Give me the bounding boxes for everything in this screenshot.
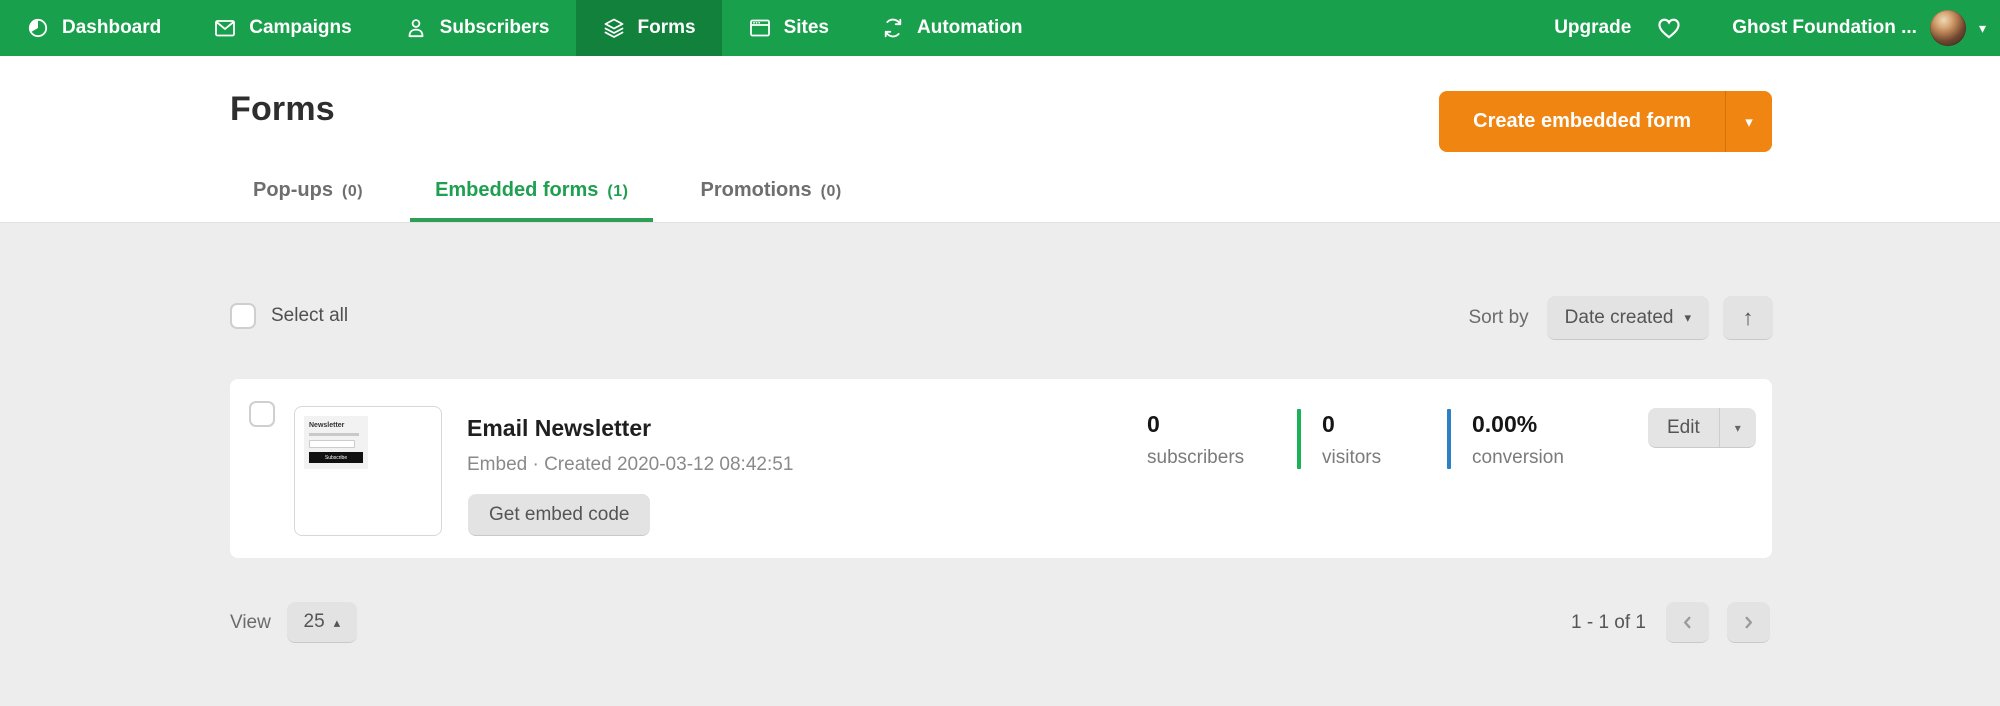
sort-field-dropdown[interactable]: Date created ▾ bbox=[1547, 296, 1709, 340]
avatar[interactable] bbox=[1930, 10, 1966, 46]
arrow-up-icon: ↑ bbox=[1743, 305, 1754, 331]
stat-value: 0 bbox=[1322, 413, 1482, 436]
sort-caret-down-icon: ▾ bbox=[1684, 311, 1691, 324]
previous-page-button[interactable] bbox=[1666, 602, 1709, 643]
browser-icon bbox=[748, 16, 772, 40]
nav-item-campaigns[interactable]: Campaigns bbox=[187, 0, 377, 56]
tab-count: (1) bbox=[607, 183, 628, 201]
tab-count: (0) bbox=[342, 183, 363, 201]
tab-label: Promotions bbox=[700, 179, 811, 202]
stat-label: subscribers bbox=[1147, 447, 1307, 469]
thumbnail-heading: Newsletter bbox=[309, 422, 363, 430]
select-all-checkbox[interactable] bbox=[230, 303, 256, 329]
favorites-button[interactable] bbox=[1656, 15, 1682, 41]
page-size-value: 25 bbox=[304, 611, 325, 633]
form-thumbnail[interactable]: Newsletter Subscribe bbox=[294, 406, 442, 536]
tab-popups[interactable]: Pop-ups (0) bbox=[228, 179, 388, 222]
sort-by-label: Sort by bbox=[1468, 307, 1528, 329]
select-all-label: Select all bbox=[271, 305, 348, 327]
form-meta: Embed · Created 2020-03-12 08:42:51 bbox=[467, 454, 793, 476]
pager: 1 - 1 of 1 bbox=[1571, 602, 1770, 643]
tab-bar: Pop-ups (0) Embedded forms (1) Promotion… bbox=[228, 179, 867, 222]
conversion-stat-bar bbox=[1447, 409, 1451, 469]
tab-count: (0) bbox=[821, 183, 842, 201]
edit-button[interactable]: Edit bbox=[1648, 408, 1719, 447]
chevron-left-icon bbox=[1680, 615, 1695, 630]
page-size-dropdown[interactable]: 25 ▴ bbox=[287, 602, 357, 643]
tab-embedded-forms[interactable]: Embedded forms (1) bbox=[410, 179, 653, 222]
view-label: View bbox=[230, 612, 271, 634]
page-size-control: View 25 ▴ bbox=[230, 602, 357, 643]
nav-label: Forms bbox=[638, 17, 696, 39]
layers-icon bbox=[602, 16, 626, 40]
page-header: Forms Pop-ups (0) Embedded forms (1) Pro… bbox=[0, 56, 2000, 222]
upgrade-link[interactable]: Upgrade bbox=[1554, 17, 1631, 39]
create-embedded-form-split-button: Create embedded form ▾ bbox=[1439, 91, 1772, 152]
nav-label: Campaigns bbox=[249, 17, 351, 39]
top-nav: Dashboard Campaigns Subscribers Forms bbox=[0, 0, 2000, 56]
sort-direction-button[interactable]: ↑ bbox=[1723, 296, 1773, 340]
page-title: Forms bbox=[230, 90, 335, 129]
create-options-caret-down-icon[interactable]: ▾ bbox=[1725, 91, 1772, 152]
nav-item-dashboard[interactable]: Dashboard bbox=[0, 0, 187, 56]
get-embed-code-button[interactable]: Get embed code bbox=[468, 494, 650, 536]
form-list-row: Newsletter Subscribe Email Newsletter Em… bbox=[230, 379, 1772, 558]
row-checkbox[interactable] bbox=[249, 401, 275, 427]
stat-value: 0.00% bbox=[1472, 413, 1632, 436]
nav-right-cluster: Upgrade Ghost Foundation ... ▾ bbox=[1554, 0, 2000, 56]
edit-split-button: Edit ▾ bbox=[1648, 408, 1756, 448]
account-caret-down-icon[interactable]: ▾ bbox=[1979, 21, 1986, 35]
account-name[interactable]: Ghost Foundation ... bbox=[1732, 17, 1917, 39]
nav-item-automation[interactable]: Automation bbox=[855, 0, 1049, 56]
form-thumbnail-preview: Newsletter Subscribe bbox=[304, 416, 368, 469]
nav-label: Automation bbox=[917, 17, 1023, 39]
edit-options-caret-down-icon[interactable]: ▾ bbox=[1719, 408, 1756, 447]
visitors-stat-bar bbox=[1297, 409, 1301, 469]
tab-promotions[interactable]: Promotions (0) bbox=[675, 179, 866, 222]
chevron-right-icon bbox=[1741, 615, 1756, 630]
stat-conversion: 0.00% conversion bbox=[1472, 413, 1632, 469]
tab-label: Embedded forms bbox=[435, 179, 598, 202]
heart-icon bbox=[1656, 15, 1682, 41]
nav-item-forms[interactable]: Forms bbox=[576, 0, 722, 56]
sort-field-value: Date created bbox=[1565, 307, 1674, 329]
nav-label: Sites bbox=[784, 17, 829, 39]
stat-visitors: 0 visitors bbox=[1322, 413, 1482, 469]
nav-label: Dashboard bbox=[62, 17, 161, 39]
form-title: Email Newsletter bbox=[467, 415, 651, 442]
page-size-caret-up-icon: ▴ bbox=[334, 616, 341, 629]
stat-label: visitors bbox=[1322, 447, 1482, 469]
content-area: Select all Sort by Date created ▾ ↑ News… bbox=[0, 222, 2000, 706]
forms-page: Dashboard Campaigns Subscribers Forms bbox=[0, 0, 2000, 706]
main-nav-items: Dashboard Campaigns Subscribers Forms bbox=[0, 0, 1049, 56]
stat-label: conversion bbox=[1472, 447, 1632, 469]
stat-subscribers: 0 subscribers bbox=[1147, 413, 1307, 469]
sort-controls: Sort by Date created ▾ ↑ bbox=[1468, 296, 1773, 340]
pagination-range-label: 1 - 1 of 1 bbox=[1571, 612, 1646, 634]
thumbnail-subscribe-button: Subscribe bbox=[309, 452, 363, 463]
dashboard-icon bbox=[26, 16, 50, 40]
stat-value: 0 bbox=[1147, 413, 1307, 436]
thumbnail-text-line bbox=[309, 433, 359, 436]
nav-label: Subscribers bbox=[440, 17, 550, 39]
sync-icon bbox=[881, 16, 905, 40]
envelope-icon bbox=[213, 16, 237, 40]
nav-item-subscribers[interactable]: Subscribers bbox=[378, 0, 576, 56]
next-page-button[interactable] bbox=[1727, 602, 1770, 643]
tab-label: Pop-ups bbox=[253, 179, 333, 202]
nav-item-sites[interactable]: Sites bbox=[722, 0, 855, 56]
create-embedded-form-button[interactable]: Create embedded form bbox=[1439, 91, 1725, 152]
person-icon bbox=[404, 16, 428, 40]
select-all-control: Select all bbox=[230, 303, 348, 329]
thumbnail-email-field bbox=[309, 440, 355, 448]
